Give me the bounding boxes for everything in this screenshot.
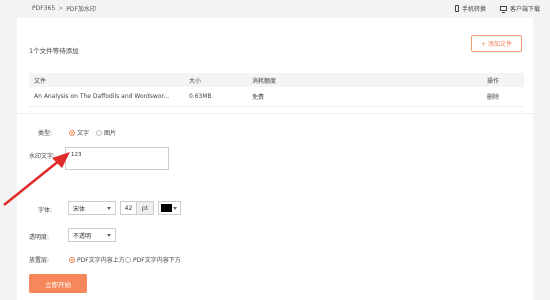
type-text-radio[interactable]: 文字 (69, 128, 89, 137)
color-picker[interactable] (158, 201, 181, 215)
radio-unchecked-icon (125, 256, 131, 263)
waiting-text: 1个文件等待添加 (29, 47, 79, 55)
file-section: 1个文件等待添加 + 添加文件 文件 大小 消耗额度 操作 An Analysi… (17, 18, 533, 114)
mobile-convert-link[interactable]: 手机转换 (454, 4, 486, 13)
col-file: 文件 (34, 77, 47, 85)
breadcrumb-current: PDF加水印 (66, 6, 96, 13)
font-label: 字体: (38, 207, 53, 214)
file-table: 文件 大小 消耗额度 操作 An Analysis on The Daffodi… (29, 73, 524, 107)
radio-checked-icon (69, 129, 75, 136)
phone-icon (454, 5, 459, 12)
table-row: An Analysis on The Daffodils and Wordswo… (29, 87, 524, 107)
chevron-down-icon (173, 207, 177, 210)
radio-checked-icon (69, 256, 75, 263)
topbar-actions: 手机转换 客户端下载 (454, 4, 540, 13)
breadcrumb-root[interactable]: PDF365 (32, 5, 55, 12)
chevron-down-icon (107, 207, 111, 210)
font-size-input[interactable]: 42 (120, 201, 137, 215)
font-select[interactable]: 宋体 (68, 201, 116, 215)
position-label: 放置层: (29, 257, 50, 264)
opacity-label: 透明度: (29, 234, 50, 241)
col-cost: 消耗额度 (252, 77, 277, 85)
radio-unchecked-icon (96, 129, 102, 136)
top-bar: PDF365 > PDF加水印 手机转换 客户端下载 (0, 0, 550, 17)
main-panel: 1个文件等待添加 + 添加文件 文件 大小 消耗额度 操作 An Analysi… (17, 18, 533, 300)
file-size: 0.63MB (189, 93, 212, 100)
client-download-label: 客户端下载 (509, 6, 540, 13)
delete-link[interactable]: 删除 (487, 92, 499, 101)
position-above-label: PDF文字内容上方 (77, 257, 125, 264)
col-size: 大小 (189, 77, 202, 85)
opacity-value: 不透明 (73, 232, 92, 240)
file-name: An Analysis on The Daffodils and Wordswo… (34, 93, 170, 100)
client-download-link[interactable]: 客户端下载 (499, 4, 540, 13)
start-button[interactable]: 立即开始 (29, 274, 87, 293)
position-below-label: PDF文字内容下方 (133, 257, 181, 264)
col-action: 操作 (487, 77, 500, 85)
add-file-button[interactable]: + 添加文件 (471, 35, 522, 52)
watermark-text-input[interactable]: 123 (65, 147, 169, 170)
type-image-radio[interactable]: 图片 (96, 128, 116, 137)
font-value: 宋体 (73, 205, 86, 213)
size-unit: pt (137, 201, 154, 215)
color-swatch (161, 204, 172, 212)
breadcrumb-separator: > (58, 5, 64, 12)
type-label: 类型: (38, 130, 53, 137)
table-header: 文件 大小 消耗额度 操作 (29, 73, 524, 87)
position-below-radio[interactable]: PDF文字内容下方 (125, 255, 181, 264)
monitor-icon (499, 6, 507, 13)
type-image-label: 图片 (104, 130, 117, 137)
type-text-label: 文字 (77, 130, 90, 137)
watermark-text-label: 水印文字: (29, 153, 56, 160)
mobile-convert-label: 手机转换 (461, 6, 486, 13)
opacity-select[interactable]: 不透明 (68, 228, 116, 242)
file-cost: 免费 (252, 94, 265, 101)
chevron-down-icon (107, 234, 111, 237)
position-above-radio[interactable]: PDF文字内容上方 (69, 255, 125, 264)
